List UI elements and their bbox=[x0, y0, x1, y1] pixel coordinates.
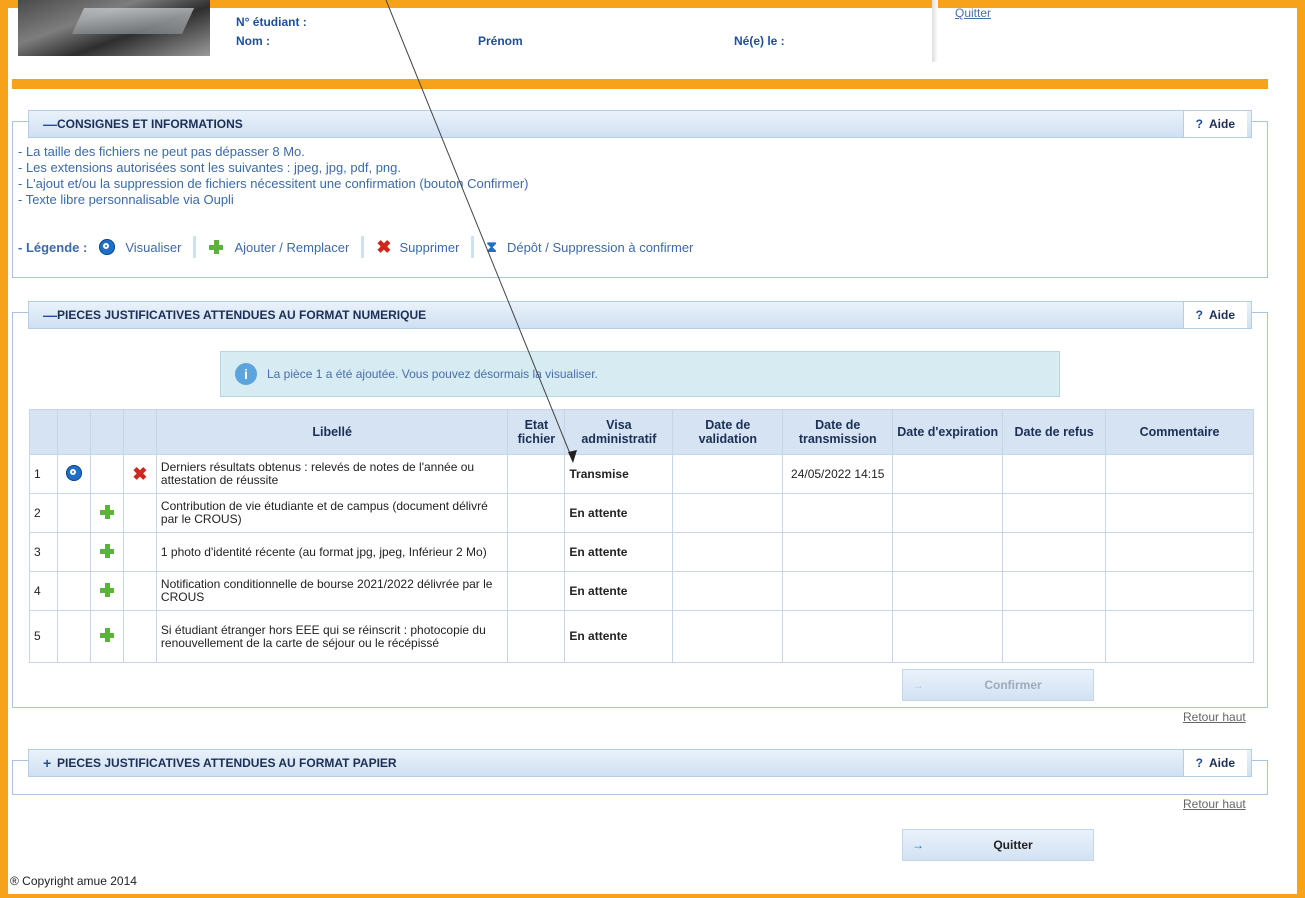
annotation-arrow bbox=[385, 0, 577, 463]
